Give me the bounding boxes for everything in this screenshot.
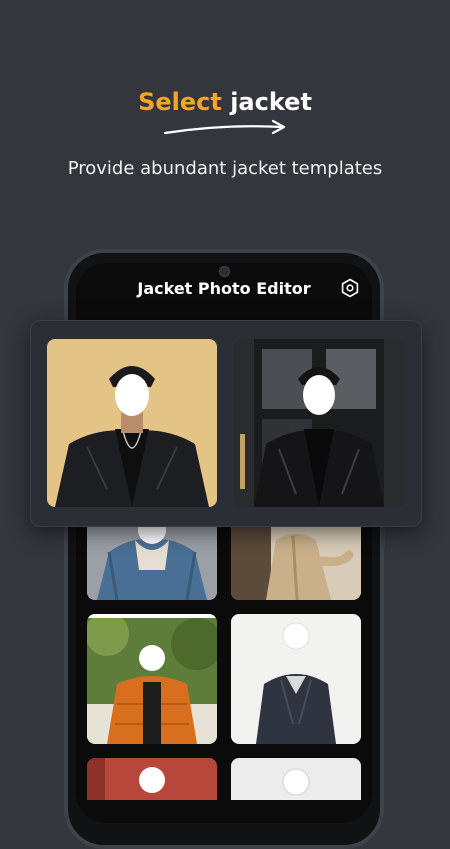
template-card-navy-coat[interactable] [231, 614, 361, 744]
template-card-leather-beige[interactable] [47, 339, 217, 507]
settings-icon [341, 278, 359, 298]
red-template-photo [87, 758, 217, 800]
headline-accent: Select [138, 88, 222, 116]
template-card-red[interactable] [87, 758, 217, 800]
leather-jacket-beige-photo [47, 339, 217, 507]
headline: Select jacket [0, 88, 450, 116]
headline-rest: jacket [221, 88, 312, 116]
light-template-photo [231, 758, 361, 800]
camera-icon [219, 266, 230, 277]
underline-arrow-icon [163, 119, 286, 135]
navy-coat-photo [231, 614, 361, 744]
orange-puffer-photo [87, 614, 217, 744]
leather-jacket-door-photo [234, 339, 404, 507]
template-card-light[interactable] [231, 758, 361, 800]
template-card-orange-puffer[interactable] [87, 614, 217, 744]
settings-button[interactable] [339, 277, 361, 299]
app-title: Jacket Photo Editor [137, 279, 311, 298]
template-card-leather-door[interactable] [234, 339, 404, 507]
subtitle: Provide abundant jacket templates [67, 158, 383, 179]
